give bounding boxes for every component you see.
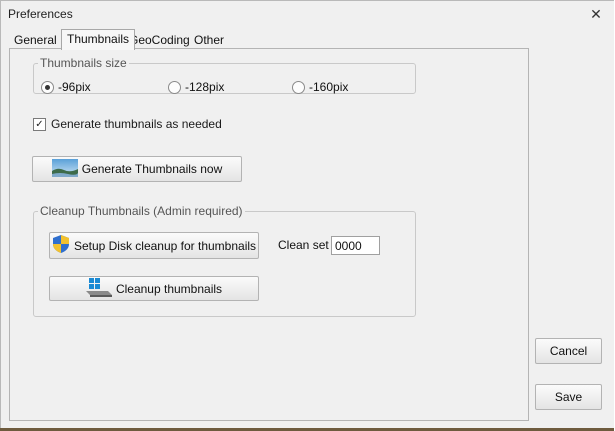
tab-general[interactable]: General bbox=[9, 31, 62, 49]
cleanup-thumbnails-button[interactable]: Cleanup thumbnails bbox=[49, 276, 259, 301]
cleanup-thumbnails-label: Cleanup thumbnails bbox=[115, 281, 223, 296]
close-icon[interactable]: ✕ bbox=[587, 5, 605, 23]
generate-as-needed-checkbox[interactable]: ✓ bbox=[33, 117, 46, 131]
generate-thumbnails-now-label: Generate Thumbnails now bbox=[81, 162, 223, 176]
radio-button[interactable] bbox=[168, 80, 181, 94]
setup-disk-cleanup-label: Setup Disk cleanup for thumbnails bbox=[73, 238, 257, 253]
uac-shield-icon bbox=[52, 234, 70, 257]
title-bar[interactable]: Preferences ✕ bbox=[1, 1, 614, 27]
radio-96pix[interactable]: -96pix bbox=[41, 79, 91, 95]
setup-disk-cleanup-button[interactable]: Setup Disk cleanup for thumbnails bbox=[49, 232, 259, 259]
generate-as-needed-label: Generate thumbnails as needed bbox=[51, 117, 222, 131]
radio-128pix[interactable]: -128pix bbox=[168, 79, 224, 95]
windows-drive-icon bbox=[85, 277, 112, 300]
save-button[interactable]: Save bbox=[535, 384, 602, 410]
cancel-button[interactable]: Cancel bbox=[535, 338, 602, 364]
cleanup-thumbnails-group: Cleanup Thumbnails (Admin required) bbox=[33, 204, 416, 317]
preferences-dialog: Preferences ✕ General Thumbnails GeoCodi… bbox=[0, 0, 615, 429]
radio-label: -96pix bbox=[58, 80, 91, 94]
thumbnails-size-legend: Thumbnails size bbox=[38, 56, 129, 70]
generate-thumbnails-now-button[interactable]: Generate Thumbnails now bbox=[32, 156, 242, 182]
tab-thumbnails[interactable]: Thumbnails bbox=[61, 29, 136, 50]
generate-as-needed-option[interactable]: ✓ Generate thumbnails as needed bbox=[33, 116, 222, 132]
radio-button[interactable] bbox=[41, 80, 54, 94]
clean-set-label: Clean set bbox=[278, 238, 329, 252]
tab-other[interactable]: Other bbox=[189, 31, 229, 49]
radio-label: -160pix bbox=[309, 80, 349, 94]
radio-label: -128pix bbox=[185, 80, 225, 94]
radio-button[interactable] bbox=[292, 80, 305, 94]
cleanup-thumbnails-legend: Cleanup Thumbnails (Admin required) bbox=[38, 204, 245, 218]
window-title: Preferences bbox=[8, 7, 73, 21]
radio-160pix[interactable]: -160pix bbox=[292, 79, 348, 95]
clean-set-input[interactable] bbox=[331, 236, 380, 255]
landscape-picture-icon bbox=[51, 158, 78, 180]
